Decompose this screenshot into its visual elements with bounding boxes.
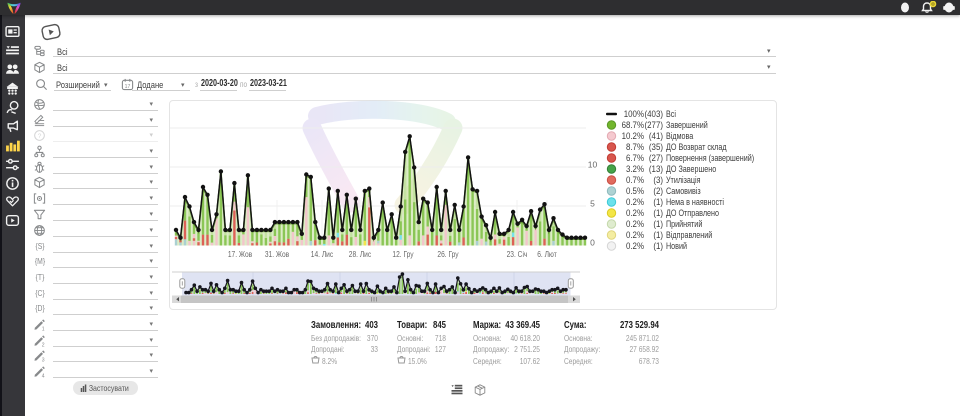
svg-text:6.7%: 6.7%	[626, 153, 644, 164]
svg-text:(1): (1)	[653, 208, 663, 219]
svg-text:6. Лют: 6. Лют	[537, 249, 557, 259]
svg-text:(1): (1)	[653, 219, 663, 230]
svg-text:0.7%: 0.7%	[626, 175, 644, 186]
svg-text:10: 10	[588, 160, 598, 170]
svg-text:Всі: Всі	[666, 109, 676, 119]
svg-text:(1): (1)	[653, 241, 663, 252]
svg-text:(41): (41)	[649, 131, 663, 142]
svg-text:0.5%: 0.5%	[626, 186, 644, 197]
svg-text:(1): (1)	[653, 230, 663, 241]
svg-text:0: 0	[590, 238, 595, 248]
svg-text:28. Лис: 28. Лис	[349, 249, 372, 259]
svg-text:ДО Возврат склад: ДО Возврат склад	[666, 142, 727, 152]
svg-text:Нема в наявності: Нема в наявності	[666, 197, 724, 207]
svg-text:100%: 100%	[624, 109, 645, 120]
svg-text:23. Січ: 23. Січ	[507, 249, 528, 259]
svg-text:Відправлений: Відправлений	[666, 230, 712, 240]
svg-text:(277): (277)	[645, 120, 664, 131]
svg-text:14. Лис: 14. Лис	[311, 249, 334, 259]
svg-text:(2): (2)	[653, 186, 663, 197]
svg-text:Новий: Новий	[666, 241, 687, 251]
svg-text:0.2%: 0.2%	[626, 219, 644, 230]
svg-text:(1): (1)	[653, 197, 663, 208]
svg-text:0.2%: 0.2%	[626, 241, 644, 252]
svg-text:17. Жов: 17. Жов	[228, 249, 252, 259]
svg-text:ДО Завершено: ДО Завершено	[666, 164, 717, 174]
svg-text:Самовивіз: Самовивіз	[666, 186, 701, 196]
svg-text:0.2%: 0.2%	[626, 208, 644, 219]
svg-text:31. Жов: 31. Жов	[265, 249, 289, 259]
svg-text:68.7%: 68.7%	[622, 120, 645, 131]
svg-text:0.2%: 0.2%	[626, 197, 644, 208]
svg-text:10.2%: 10.2%	[622, 131, 645, 142]
svg-text:Відмова: Відмова	[666, 131, 694, 141]
svg-text:(403): (403)	[645, 109, 664, 120]
svg-text:(13): (13)	[649, 164, 663, 175]
svg-text:(3): (3)	[653, 175, 663, 186]
svg-text:8.7%: 8.7%	[626, 142, 644, 153]
svg-text:0.2%: 0.2%	[626, 230, 644, 241]
svg-text:(27): (27)	[649, 153, 663, 164]
svg-text:ДО Отправлено: ДО Отправлено	[666, 208, 719, 218]
svg-text:Утилізація: Утилізація	[666, 175, 701, 185]
svg-text:Прийнятий: Прийнятий	[666, 219, 702, 229]
svg-text:3.2%: 3.2%	[626, 164, 644, 175]
svg-text:26. Гру: 26. Гру	[437, 249, 458, 259]
svg-text:(35): (35)	[649, 142, 663, 153]
svg-text:Завершений: Завершений	[666, 120, 708, 130]
svg-text:5: 5	[590, 199, 595, 209]
svg-text:Повернення (завершений): Повернення (завершений)	[666, 153, 754, 163]
svg-text:12. Гру: 12. Гру	[392, 249, 413, 259]
